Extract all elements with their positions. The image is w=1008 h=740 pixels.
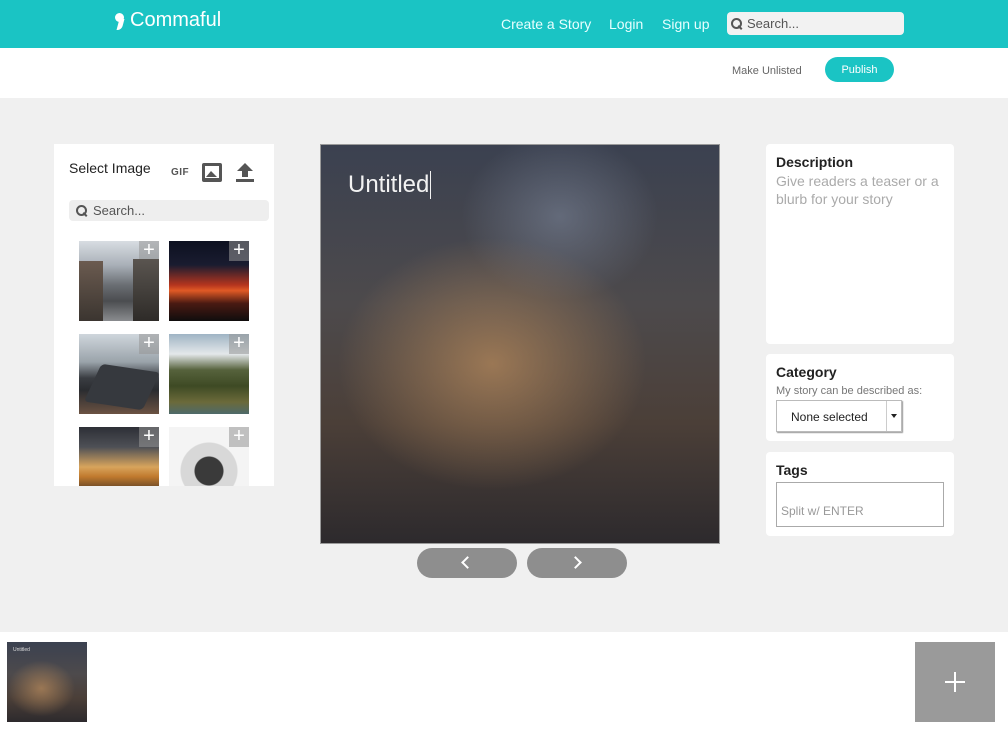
comma-logo-icon <box>114 11 124 31</box>
image-search-box <box>69 200 269 221</box>
category-select[interactable]: None selected <box>776 400 902 432</box>
add-icon[interactable]: + <box>139 427 159 447</box>
tags-panel: Tags <box>766 452 954 536</box>
chevron-left-icon <box>461 556 474 569</box>
description-input[interactable] <box>776 172 948 332</box>
tags-title: Tags <box>776 462 808 478</box>
search-icon <box>731 17 743 30</box>
image-thumbnail-street[interactable]: + <box>79 241 159 321</box>
image-search-input[interactable] <box>93 203 263 218</box>
image-thumbnail-mountains[interactable]: + <box>169 334 249 414</box>
publish-button[interactable]: Publish <box>825 57 894 82</box>
category-panel: Category My story can be described as: N… <box>766 354 954 441</box>
search-icon <box>76 204 88 217</box>
slide-thumbnail[interactable]: Untitled <box>7 642 87 722</box>
top-nav: Commaful Create a Story Login Sign up <box>0 0 1008 48</box>
category-selected-value: None selected <box>791 410 868 424</box>
add-icon[interactable]: + <box>229 241 249 261</box>
next-card-button[interactable] <box>527 548 627 578</box>
image-panel: Select Image GIF + + + + + + <box>54 144 274 486</box>
add-icon[interactable]: + <box>139 241 159 261</box>
story-card-editor[interactable]: Untitled <box>320 144 720 544</box>
select-image-title: Select Image <box>69 160 151 176</box>
add-icon[interactable]: + <box>229 427 249 447</box>
gif-icon[interactable]: GIF <box>171 167 189 178</box>
top-search-box <box>727 12 904 35</box>
action-bar: Make Unlisted Publish <box>0 48 1008 98</box>
add-icon[interactable]: + <box>139 334 159 354</box>
logo[interactable]: Commaful <box>114 9 221 32</box>
previous-card-button[interactable] <box>417 548 517 578</box>
create-story-link[interactable]: Create a Story <box>501 16 591 32</box>
slide-strip: Untitled <box>0 632 1008 740</box>
image-thumbnail-laptop[interactable]: + <box>79 334 159 414</box>
image-thumbnail-sunset[interactable]: + <box>169 241 249 321</box>
description-panel: Description <box>766 144 954 344</box>
image-icon[interactable] <box>202 163 222 182</box>
story-title[interactable]: Untitled <box>348 171 432 199</box>
make-unlisted-button[interactable]: Make Unlisted <box>732 65 802 77</box>
category-title: Category <box>776 364 837 380</box>
image-thumbnail-pier[interactable]: + <box>79 427 159 486</box>
chevron-right-icon <box>569 556 582 569</box>
dropdown-arrow-icon <box>886 401 901 431</box>
login-link[interactable]: Login <box>609 16 643 32</box>
slide-thumbnail-title: Untitled <box>13 647 30 653</box>
text-caret <box>430 171 432 199</box>
top-search-input[interactable] <box>747 16 897 31</box>
tags-input[interactable] <box>776 482 944 527</box>
signup-link[interactable]: Sign up <box>662 16 709 32</box>
logo-text: Commaful <box>130 9 222 31</box>
add-slide-button[interactable] <box>915 642 995 722</box>
add-icon[interactable]: + <box>229 334 249 354</box>
upload-icon[interactable] <box>235 163 255 183</box>
story-title-text: Untitled <box>348 171 430 198</box>
image-thumbnail-monkey[interactable]: + <box>169 427 249 486</box>
category-subtitle: My story can be described as: <box>776 385 923 397</box>
description-title: Description <box>776 154 854 170</box>
